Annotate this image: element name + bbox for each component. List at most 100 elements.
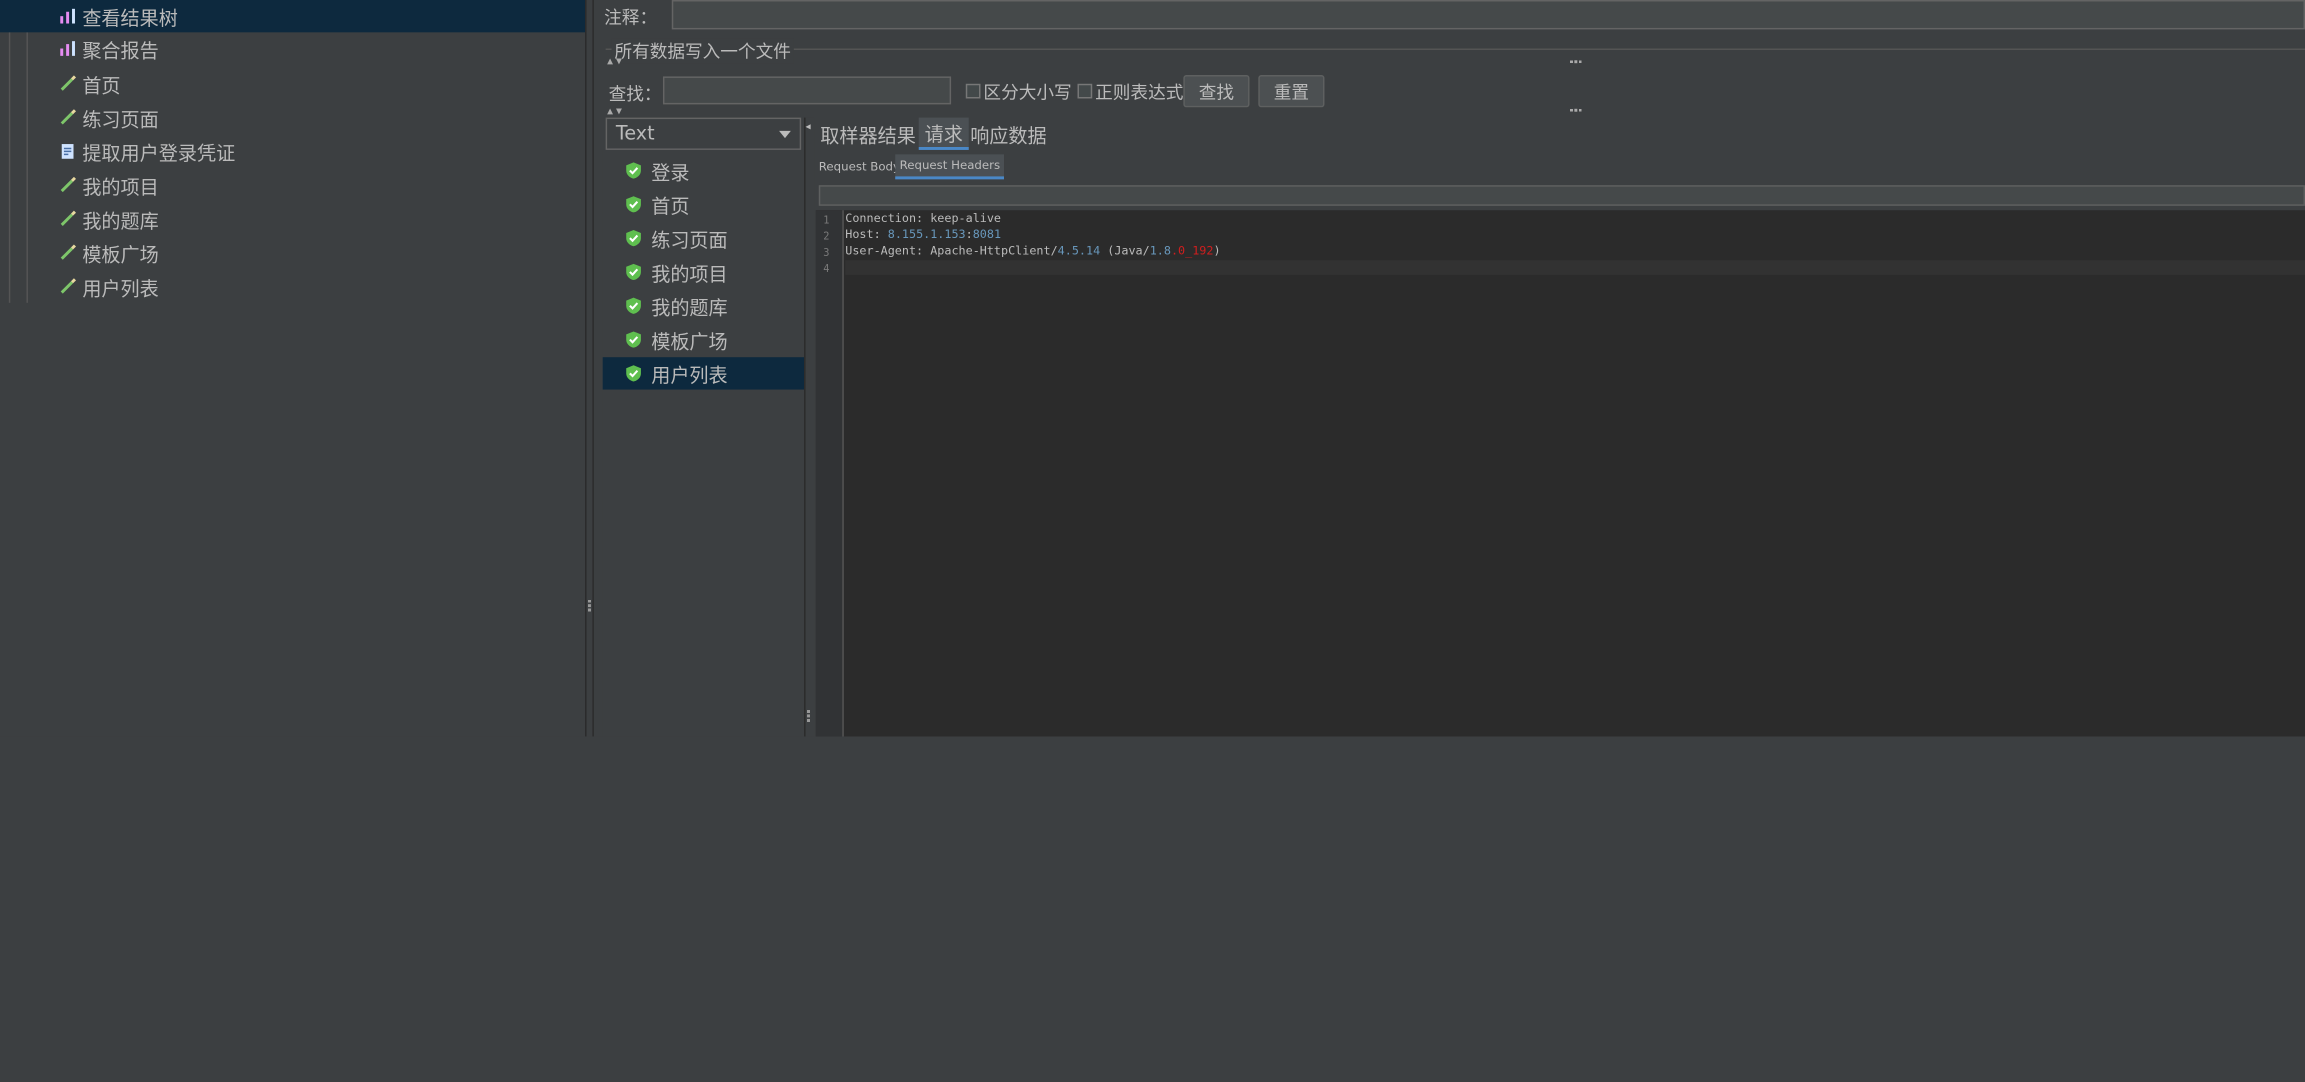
main-splitter[interactable] xyxy=(585,0,594,737)
code-line: User-Agent: Apache-HttpClient/4.5.14 (Ja… xyxy=(845,244,1220,257)
success-shield-icon xyxy=(626,365,641,382)
collapse-left-icon[interactable]: ◂ xyxy=(806,121,811,133)
line-number: 4 xyxy=(823,263,830,275)
collapse-grip[interactable] xyxy=(1569,60,1582,66)
tree-guide-line xyxy=(8,0,11,303)
code-token: Host: xyxy=(845,227,888,242)
code-token: User-Agent: Apache-HttpClient/ xyxy=(845,244,1058,258)
code-token: .0_192 xyxy=(1170,244,1214,258)
sample-item-label: 首页 xyxy=(651,196,690,219)
success-shield-icon xyxy=(626,196,641,213)
collapse-arrows[interactable]: ▴▾ xyxy=(607,54,625,67)
http-sampler-icon xyxy=(60,278,77,294)
reset-button[interactable]: 重置 xyxy=(1258,74,1325,108)
http-sampler-icon xyxy=(60,176,77,193)
test-plan-tree: 查看结果树 聚合报告 首页 练习页面 提取用户登录凭证 我的项目 我的题库 模板… xyxy=(0,0,586,737)
success-shield-icon xyxy=(626,331,641,348)
tree-item-aggregate-report[interactable]: 聚合报告 xyxy=(59,32,159,64)
write-all-data-label: 所有数据写入一个文件 xyxy=(611,38,794,64)
sample-item-practice-page[interactable]: 练习页面 xyxy=(603,222,804,254)
script-icon xyxy=(61,144,74,159)
subtab-request-body[interactable]: Request Body xyxy=(814,154,904,179)
tree-item-practice-page[interactable]: 练习页面 xyxy=(59,101,159,133)
code-token: (Java/ xyxy=(1100,244,1150,258)
aggregate-report-icon xyxy=(60,41,75,56)
line-number: 2 xyxy=(823,230,830,243)
tree-item-label: 模板广场 xyxy=(82,244,159,267)
comment-label: 注释： xyxy=(604,7,658,28)
code-token: 8081 xyxy=(972,227,1002,242)
success-shield-icon xyxy=(626,297,641,314)
tree-item-view-results-tree[interactable]: 查看结果树 xyxy=(0,0,586,33)
tree-item-label: 聚合报告 xyxy=(82,40,159,63)
case-sensitive-checkbox[interactable] xyxy=(965,83,981,99)
search-input[interactable] xyxy=(662,76,952,105)
tab-response-data[interactable]: 响应数据 xyxy=(964,118,1052,150)
tree-item-label: 用户列表 xyxy=(82,278,159,301)
success-shield-icon xyxy=(626,162,641,179)
collapse-grip[interactable] xyxy=(1569,108,1582,115)
case-sensitive-label: 区分大小写 xyxy=(983,82,1072,103)
tab-sampler-result[interactable]: 取样器结果 xyxy=(814,118,921,150)
sample-item-my-projects[interactable]: 我的项目 xyxy=(603,256,804,288)
search-label: 查找： xyxy=(608,83,662,105)
sample-item-login[interactable]: 登录 xyxy=(603,154,804,186)
sample-item-label: 我的题库 xyxy=(651,297,728,320)
sample-item-home[interactable]: 首页 xyxy=(603,188,804,220)
splitter-grip xyxy=(807,710,813,722)
line-number: 3 xyxy=(823,246,830,259)
tree-item-user-list[interactable]: 用户列表 xyxy=(59,270,159,302)
code-token: ) xyxy=(1213,244,1221,258)
regex-checkbox[interactable] xyxy=(1077,83,1093,99)
result-tree-icon xyxy=(60,8,75,24)
tree-item-label: 练习页面 xyxy=(82,109,159,132)
find-button[interactable]: 查找 xyxy=(1183,74,1250,108)
current-line-highlight xyxy=(845,260,2305,275)
sample-item-label: 用户列表 xyxy=(651,365,728,388)
success-shield-icon xyxy=(626,263,641,281)
http-sampler-icon xyxy=(60,244,77,260)
headers-toolbar xyxy=(818,185,2305,206)
comment-input[interactable] xyxy=(671,0,2305,30)
tree-item-label: 首页 xyxy=(82,75,121,98)
subtab-request-headers[interactable]: Request Headers xyxy=(895,154,1005,180)
sample-item-label: 登录 xyxy=(651,162,690,185)
renderer-select[interactable]: Text xyxy=(605,117,802,150)
sample-item-template-square[interactable]: 模板广场 xyxy=(603,323,804,355)
code-token: : xyxy=(965,227,973,242)
renderer-select-value: Text xyxy=(615,122,655,145)
sample-item-user-list[interactable]: 用户列表 xyxy=(602,357,805,390)
sample-result-list: 登录 首页 练习页面 我的项目 我的题库 模板广场 用户列表 xyxy=(602,149,805,737)
sample-item-label: 模板广场 xyxy=(651,331,728,354)
request-headers-editor[interactable] xyxy=(815,210,2305,737)
tree-item-label: 查看结果树 xyxy=(82,8,178,31)
line-number-gutter xyxy=(815,210,844,737)
http-sampler-icon xyxy=(60,75,77,91)
tree-item-my-question-bank[interactable]: 我的题库 xyxy=(59,203,159,235)
success-shield-icon xyxy=(626,230,641,247)
tree-item-label: 我的题库 xyxy=(82,210,159,233)
chevron-down-icon xyxy=(779,130,791,138)
tree-item-label: 我的项目 xyxy=(82,177,159,200)
tab-request[interactable]: 请求 xyxy=(918,117,969,150)
code-line: Host: 8.155.1.153:8081 xyxy=(845,228,1001,241)
line-number: 1 xyxy=(823,214,830,227)
sample-item-my-question-bank[interactable]: 我的题库 xyxy=(603,290,804,322)
code-token: Connection: keep-alive xyxy=(845,211,1002,225)
detail-splitter[interactable]: ◂ xyxy=(804,117,815,737)
sample-item-label: 我的项目 xyxy=(651,263,728,286)
tree-guide-line xyxy=(26,0,28,303)
regex-label: 正则表达式 xyxy=(1095,82,1184,103)
code-token: 1.8 xyxy=(1149,244,1171,258)
tree-item-label: 提取用户登录凭证 xyxy=(82,143,236,166)
tree-item-my-projects[interactable]: 我的项目 xyxy=(59,169,159,201)
code-token: 8.155.1.153 xyxy=(887,227,966,242)
sample-item-label: 练习页面 xyxy=(651,230,728,253)
code-token: 4.5.14 xyxy=(1057,244,1101,258)
tree-item-extract-credentials[interactable]: 提取用户登录凭证 xyxy=(59,135,235,167)
tree-item-template-square[interactable]: 模板广场 xyxy=(59,237,159,269)
tree-item-home[interactable]: 首页 xyxy=(59,68,121,100)
http-sampler-icon xyxy=(60,109,77,125)
section-border xyxy=(605,48,2305,50)
collapse-arrows[interactable]: ▴▾ xyxy=(607,104,625,117)
